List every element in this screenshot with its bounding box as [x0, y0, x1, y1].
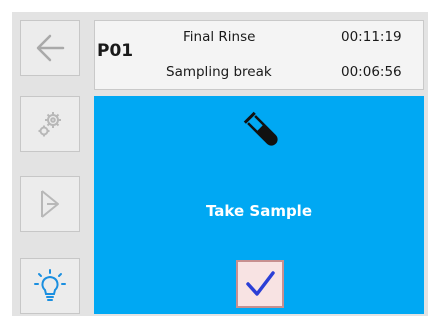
status-panel: P01 Final Rinse 00:11:19 Sampling break … [94, 20, 424, 90]
confirm-button[interactable] [236, 260, 284, 308]
checkmark-icon [246, 271, 275, 296]
program-number: P01 [97, 41, 134, 61]
back-button[interactable] [20, 20, 80, 76]
lightbulb-icon [34, 269, 66, 301]
light-button[interactable] [20, 258, 80, 314]
break-label: Sampling break [166, 64, 272, 80]
gear-icon [38, 112, 61, 137]
settings-button[interactable] [20, 96, 80, 152]
back-arrow-icon [36, 34, 65, 62]
funnel-icon [41, 190, 59, 218]
phase-label: Final Rinse [183, 29, 256, 45]
phase-time: 00:11:19 [341, 29, 402, 45]
filter-button[interactable] [20, 176, 80, 232]
take-sample-label: Take Sample [206, 202, 312, 220]
test-tube-icon [243, 111, 278, 146]
sample-prompt-panel: Take Sample [94, 96, 424, 314]
break-time: 00:06:56 [341, 64, 402, 80]
